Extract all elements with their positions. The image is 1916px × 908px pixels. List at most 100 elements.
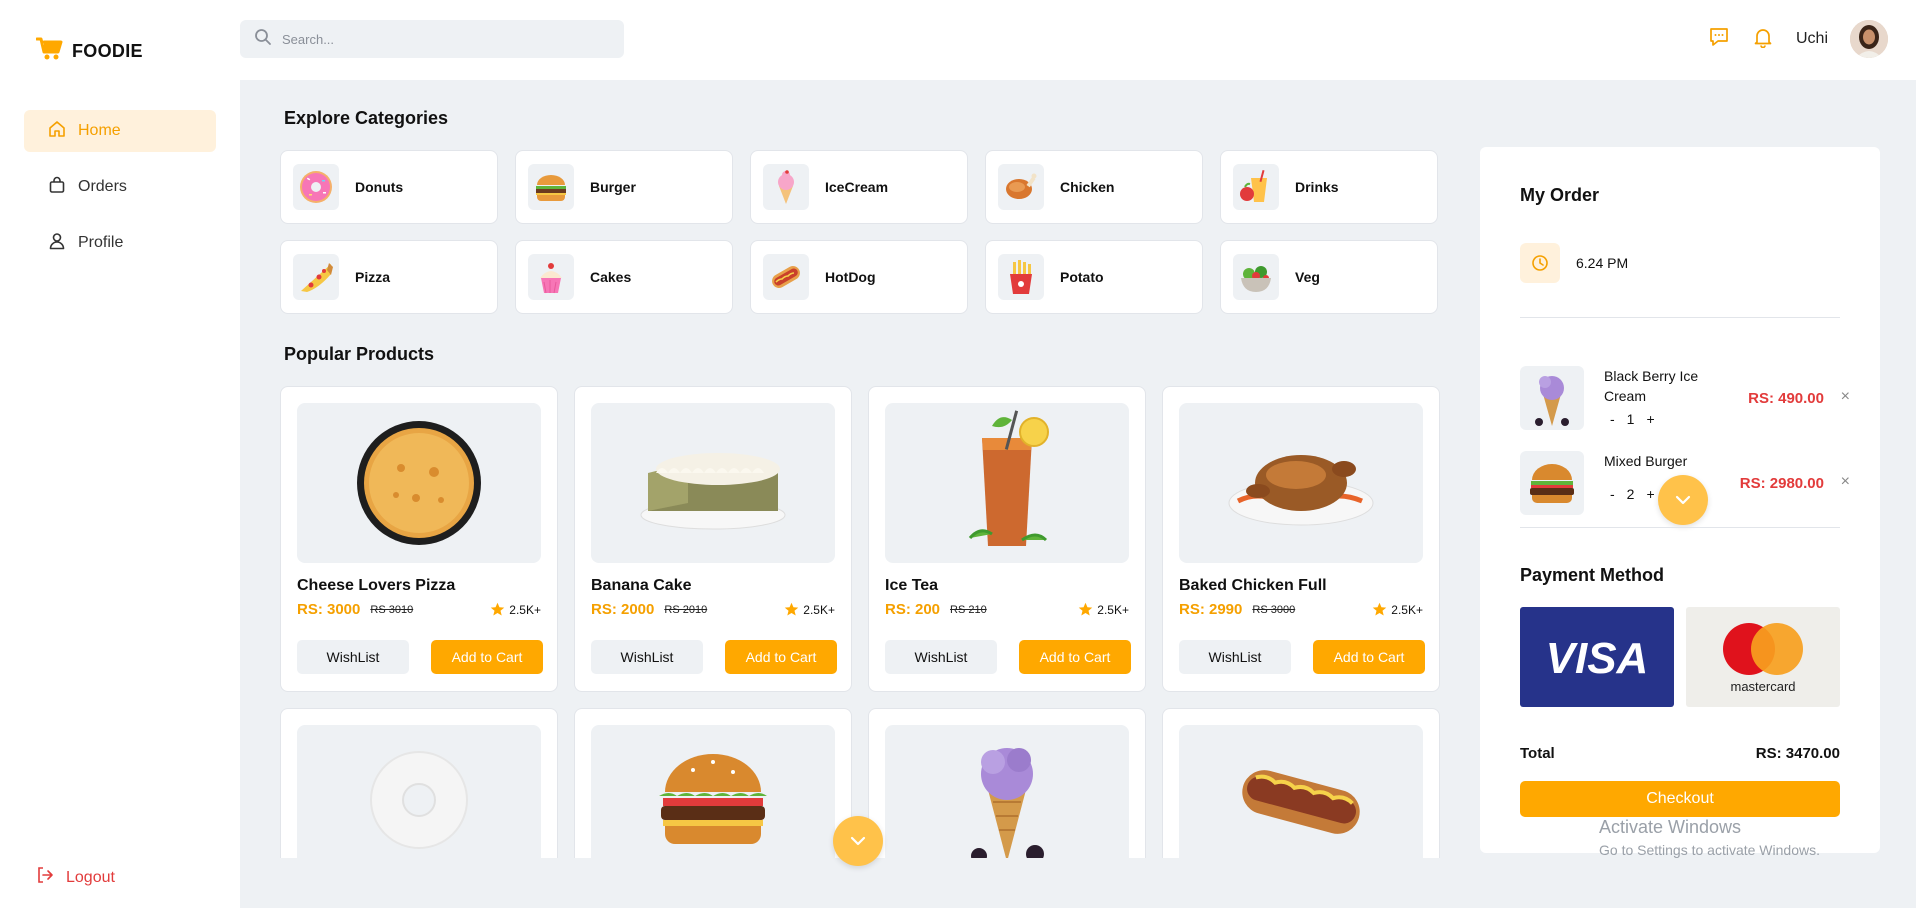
product-card xyxy=(574,708,852,858)
pizza-icon xyxy=(293,254,339,300)
pizza-image xyxy=(297,403,541,563)
category-icecream[interactable]: IceCream xyxy=(750,150,968,224)
wishlist-button[interactable]: WishList xyxy=(591,640,703,674)
chicken-icon xyxy=(998,164,1044,210)
product-name[interactable]: Ice Tea xyxy=(885,577,938,595)
watermark-subtitle: Go to Settings to activate Windows. xyxy=(1599,842,1820,858)
product-rating: 2.5K+ xyxy=(1078,602,1129,617)
product-actions: WishList Add to Cart xyxy=(297,640,543,674)
user-icon xyxy=(48,232,66,255)
order-item-image xyxy=(1520,451,1584,515)
decrease-button[interactable]: - xyxy=(1610,486,1615,502)
wishlist-button[interactable]: WishList xyxy=(297,640,409,674)
add-to-cart-button[interactable]: Add to Cart xyxy=(431,640,543,674)
sidebar-item-label: Profile xyxy=(78,234,124,251)
order-item-image xyxy=(1520,366,1584,430)
mastercard-wordmark: mastercard xyxy=(1730,678,1796,694)
blackberry-icecream-image xyxy=(885,725,1129,858)
product-name[interactable]: Baked Chicken Full xyxy=(1179,577,1327,595)
baked-chicken-image xyxy=(1179,403,1423,563)
bell-icon[interactable] xyxy=(1752,26,1774,53)
search-input[interactable] xyxy=(282,31,602,47)
product-rating: 2.5K+ xyxy=(784,602,835,617)
brand-name: FOODIE xyxy=(72,41,143,61)
checkout-button[interactable]: Checkout xyxy=(1520,781,1840,817)
product-price: RS: 3000 xyxy=(297,601,361,618)
activate-windows-watermark: Activate Windows Go to Settings to activ… xyxy=(1599,817,1820,858)
cake-icon xyxy=(528,254,574,300)
category-label: IceCream xyxy=(825,179,889,195)
category-pizza[interactable]: Pizza xyxy=(280,240,498,314)
product-name[interactable]: Cheese Lovers Pizza xyxy=(297,577,455,595)
sidebar-item-orders[interactable]: Orders xyxy=(24,166,216,208)
avatar[interactable] xyxy=(1850,20,1888,58)
category-label: Burger xyxy=(590,179,636,195)
search-icon xyxy=(254,28,272,51)
category-burger[interactable]: Burger xyxy=(515,150,733,224)
product-card: Banana Cake RS: 2000 RS 2010 2.5K+ WishL… xyxy=(574,386,852,692)
product-price: RS: 2000 xyxy=(591,601,655,618)
category-drinks[interactable]: Drinks xyxy=(1220,150,1438,224)
donut-image xyxy=(297,725,541,858)
decrease-button[interactable]: - xyxy=(1610,411,1615,427)
sidebar-item-home[interactable]: Home xyxy=(24,110,216,152)
order-scroll-button[interactable] xyxy=(1658,475,1708,525)
product-actions: WishList Add to Cart xyxy=(591,640,837,674)
quantity-value: 1 xyxy=(1626,411,1635,427)
sidebar-item-profile[interactable]: Profile xyxy=(24,222,216,264)
category-donuts[interactable]: Donuts xyxy=(280,150,498,224)
category-hotdog[interactable]: HotDog xyxy=(750,240,968,314)
logout-button[interactable]: Logout xyxy=(36,866,115,889)
categories-title: Explore Categories xyxy=(284,108,449,128)
add-to-cart-button[interactable]: Add to Cart xyxy=(1313,640,1425,674)
divider xyxy=(1520,527,1840,528)
top-header: Uchi xyxy=(240,0,1916,80)
brand-logo[interactable]: FOODIE xyxy=(35,36,143,67)
visa-card-option[interactable]: VISA xyxy=(1520,607,1674,707)
product-name[interactable]: Banana Cake xyxy=(591,577,692,595)
quantity-stepper: - 2 + xyxy=(1610,486,1655,502)
product-card: Ice Tea RS: 200 RS 210 2.5K+ WishList Ad… xyxy=(868,386,1146,692)
product-actions: WishList Add to Cart xyxy=(1179,640,1425,674)
increase-button[interactable]: + xyxy=(1646,486,1654,502)
wishlist-button[interactable]: WishList xyxy=(885,640,997,674)
icecream-icon xyxy=(763,164,809,210)
order-time: 6.24 PM xyxy=(1520,243,1628,283)
rating-count: 2.5K+ xyxy=(1391,602,1423,617)
star-icon xyxy=(1079,602,1093,616)
add-to-cart-button[interactable]: Add to Cart xyxy=(725,640,837,674)
drinks-icon xyxy=(1233,164,1279,210)
watermark-title: Activate Windows xyxy=(1599,817,1742,837)
product-card: Cheese Lovers Pizza RS: 3000 RS 3010 2.5… xyxy=(280,386,558,692)
category-label: HotDog xyxy=(825,269,876,285)
wishlist-button[interactable]: WishList xyxy=(1179,640,1291,674)
chevron-down-icon xyxy=(850,836,866,846)
add-to-cart-button[interactable]: Add to Cart xyxy=(1019,640,1131,674)
total-label: Total xyxy=(1520,745,1555,762)
category-cakes[interactable]: Cakes xyxy=(515,240,733,314)
scroll-down-button[interactable] xyxy=(833,816,883,866)
search-bar[interactable] xyxy=(240,20,624,58)
product-price: RS: 200 xyxy=(885,601,941,618)
product-grid: Cheese Lovers Pizza RS: 3000 RS 3010 2.5… xyxy=(280,386,1440,858)
burger-icon xyxy=(528,164,574,210)
remove-item-button[interactable]: × xyxy=(1841,473,1850,491)
remove-item-button[interactable]: × xyxy=(1841,388,1850,406)
category-label: Donuts xyxy=(355,179,404,195)
sidebar-nav: Home Orders Profile xyxy=(24,110,216,278)
category-potato[interactable]: Potato xyxy=(985,240,1203,314)
category-veg[interactable]: Veg xyxy=(1220,240,1438,314)
visa-logo-icon: VISA xyxy=(1546,635,1649,679)
mastercard-option[interactable]: mastercard xyxy=(1686,607,1840,707)
rating-count: 2.5K+ xyxy=(509,602,541,617)
chat-icon[interactable] xyxy=(1708,26,1730,53)
hotdog-icon xyxy=(763,254,809,300)
category-label: Pizza xyxy=(355,269,391,285)
sidebar-item-label: Orders xyxy=(78,178,127,195)
category-chicken[interactable]: Chicken xyxy=(985,150,1203,224)
user-name[interactable]: Uchi xyxy=(1796,30,1828,48)
product-card xyxy=(868,708,1146,858)
order-item-name: Black Berry Ice Cream xyxy=(1604,368,1699,404)
increase-button[interactable]: + xyxy=(1646,411,1654,427)
divider xyxy=(1520,317,1840,318)
